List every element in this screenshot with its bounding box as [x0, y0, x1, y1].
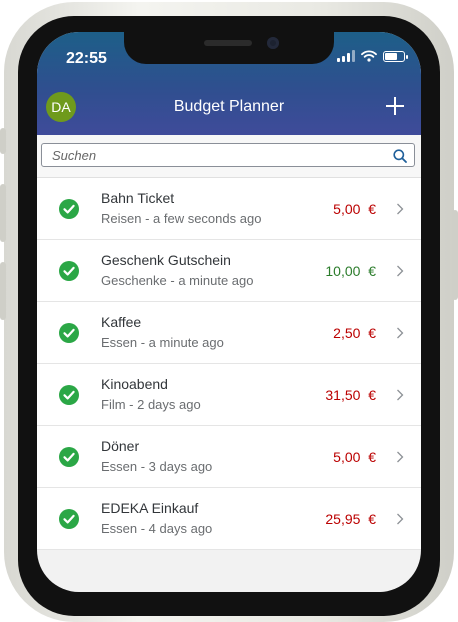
item-title: Kaffee [101, 314, 142, 330]
list-item[interactable]: EDEKA Einkauf Essen - 4 days ago 25,95 € [37, 488, 421, 550]
list-item[interactable]: Döner Essen - 3 days ago 5,00 € [37, 426, 421, 488]
notch [124, 32, 334, 64]
list-item[interactable]: Bahn Ticket Reisen - a few seconds ago 5… [37, 178, 421, 240]
page-title: Budget Planner [173, 98, 285, 115]
item-amount: 25,95 € [325, 511, 376, 527]
item-amount: 5,00 € [333, 449, 376, 465]
item-title: Bahn Ticket [101, 190, 175, 206]
search-icon[interactable] [393, 149, 407, 163]
list-item[interactable]: Kinoabend Film - 2 days ago 31,50 € [37, 364, 421, 426]
battery-icon [383, 50, 408, 62]
item-title: EDEKA Einkauf [101, 500, 199, 516]
add-button[interactable] [383, 94, 407, 118]
item-subtitle: Film - 2 days ago [101, 397, 201, 412]
chevron-right-icon [397, 203, 404, 215]
wifi-icon [361, 50, 377, 62]
item-amount: 31,50 € [325, 387, 376, 403]
chevron-right-icon [397, 451, 404, 463]
list-item[interactable]: Geschenk Gutschein Geschenke - a minute … [37, 240, 421, 302]
check-circle-icon [59, 323, 79, 343]
check-circle-icon [59, 385, 79, 405]
item-title: Kinoabend [101, 376, 168, 392]
status-time: 22:55 [66, 50, 107, 67]
phone-side-button [0, 184, 6, 242]
chevron-right-icon [397, 513, 404, 525]
check-circle-icon [59, 447, 79, 467]
phone-side-button [452, 210, 458, 300]
app-screen: 22:55 DA Budget Planner Ba [37, 32, 421, 592]
chevron-right-icon [397, 265, 404, 277]
item-subtitle: Essen - 3 days ago [101, 459, 213, 474]
item-subtitle: Geschenke - a minute ago [101, 273, 254, 288]
search-input[interactable] [41, 143, 415, 167]
item-subtitle: Reisen - a few seconds ago [101, 211, 262, 226]
item-amount: 10,00 € [325, 263, 376, 279]
chevron-right-icon [397, 327, 404, 339]
list-item[interactable]: Kaffee Essen - a minute ago 2,50 € [37, 302, 421, 364]
item-subtitle: Essen - a minute ago [101, 335, 224, 350]
cellular-signal-icon [337, 50, 355, 62]
speaker [204, 40, 252, 46]
phone-side-button [0, 262, 6, 320]
check-circle-icon [59, 199, 79, 219]
search-bar [37, 135, 421, 178]
check-circle-icon [59, 261, 79, 281]
item-title: Geschenk Gutschein [101, 252, 231, 268]
item-subtitle: Essen - 4 days ago [101, 521, 213, 536]
transaction-list: Bahn Ticket Reisen - a few seconds ago 5… [37, 178, 421, 550]
check-circle-icon [59, 509, 79, 529]
status-icons [337, 50, 408, 62]
item-amount: 2,50 € [333, 325, 376, 341]
phone-side-button [0, 128, 6, 154]
camera [267, 37, 279, 49]
item-title: Döner [101, 438, 140, 454]
chevron-right-icon [397, 389, 404, 401]
item-amount: 5,00 € [333, 201, 376, 217]
